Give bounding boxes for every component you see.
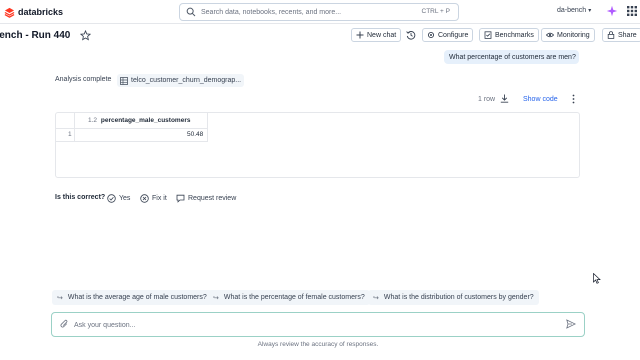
suggestion-label: What is the distribution of customers by… — [383, 294, 534, 301]
analysis-status: Analysis complete — [55, 76, 112, 83]
yes-label: Yes — [119, 194, 131, 202]
brand[interactable]: databricks — [4, 5, 63, 19]
reply-arrow-icon: ↪ — [213, 294, 219, 302]
brand-name: databricks — [18, 7, 64, 17]
suggestion-chip[interactable]: ↪ What is the average age of male custom… — [52, 290, 212, 305]
suggestion-chip[interactable]: ↪ What is the percentage of female custo… — [208, 290, 370, 305]
gear-icon — [427, 31, 435, 39]
new-chat-button[interactable]: New chat — [351, 28, 402, 42]
send-icon[interactable] — [566, 319, 576, 329]
global-search[interactable]: Search data, notebooks, recents, and mor… — [179, 3, 459, 21]
workspace-name: da-bench — [557, 7, 587, 14]
user-message: What percentage of customers are men? — [444, 50, 579, 64]
fix-it-label: Fix it — [152, 194, 167, 202]
search-shortcut: CTRL + P — [421, 8, 450, 15]
table-cell: 50.48 — [187, 131, 204, 138]
chevron-down-icon: ▾ — [588, 8, 592, 14]
suggestion-label: What is the average age of male customer… — [67, 294, 207, 301]
column-header[interactable]: 1.2 percentage_male_customers — [88, 117, 190, 124]
reply-arrow-icon: ↪ — [57, 294, 63, 302]
benchmarks-button[interactable]: Benchmarks — [479, 28, 539, 42]
monitoring-button[interactable]: Monitoring — [541, 28, 595, 42]
top-bar: databricks Search data, notebooks, recen… — [0, 0, 640, 24]
share-button[interactable]: Share — [602, 28, 640, 42]
eye-icon — [546, 32, 554, 38]
search-icon — [186, 7, 196, 17]
table-chip-label: telco_customer_churn_demograp... — [131, 77, 242, 84]
show-code-link[interactable]: Show code — [523, 96, 558, 103]
comment-icon — [176, 194, 185, 203]
close-circle-icon — [140, 193, 149, 203]
search-placeholder: Search data, notebooks, recents, and mor… — [201, 8, 342, 16]
table-divider — [74, 113, 75, 141]
page-title: Bench - Run 440 — [0, 30, 71, 41]
paperclip-icon[interactable] — [60, 319, 69, 329]
suggestion-chip[interactable]: ↪ What is the distribution of customers … — [368, 290, 539, 305]
monitoring-label: Monitoring — [557, 31, 590, 39]
row-index: 1 — [68, 131, 72, 138]
reply-arrow-icon: ↪ — [373, 294, 379, 302]
plus-icon — [356, 31, 364, 39]
benchmarks-label: Benchmarks — [495, 31, 534, 39]
request-review-button[interactable]: Request review — [176, 192, 236, 204]
databricks-logo-icon — [4, 7, 15, 18]
yes-button[interactable]: Yes — [107, 192, 130, 204]
fix-it-button[interactable]: Fix it — [140, 192, 167, 204]
feedback-question: Is this correct? — [55, 194, 106, 201]
clipboard-check-icon — [484, 31, 492, 39]
column-type-tag: 1.2 — [88, 117, 98, 124]
mouse-cursor-icon — [593, 273, 601, 284]
question-input[interactable] — [74, 318, 554, 332]
apps-grid-icon[interactable] — [627, 6, 637, 16]
share-label: Share — [618, 31, 637, 39]
workspace-switcher[interactable]: da-bench ▾ — [557, 7, 591, 14]
disclaimer: Always review the accuracy of responses. — [257, 341, 379, 348]
check-circle-icon — [107, 193, 116, 203]
new-chat-label: New chat — [367, 31, 397, 39]
column-name: percentage_male_customers — [100, 117, 191, 124]
chat-composer — [51, 312, 585, 337]
kebab-menu-icon[interactable] — [571, 94, 576, 104]
table-divider — [56, 141, 208, 142]
table-icon — [120, 76, 128, 85]
lock-icon — [607, 31, 615, 39]
sparkle-icon[interactable] — [606, 5, 618, 17]
configure-button[interactable]: Configure — [422, 28, 474, 42]
download-icon[interactable] — [500, 94, 509, 103]
row-count: 1 row — [478, 96, 496, 103]
star-outline-icon[interactable] — [80, 30, 91, 41]
table-divider — [56, 128, 208, 129]
history-icon[interactable] — [406, 30, 416, 40]
table-divider — [207, 113, 208, 141]
suggestion-label: What is the percentage of female custome… — [223, 294, 365, 301]
configure-label: Configure — [438, 31, 469, 39]
table-chip[interactable]: telco_customer_churn_demograp... — [117, 74, 245, 87]
request-review-label: Request review — [188, 194, 237, 202]
